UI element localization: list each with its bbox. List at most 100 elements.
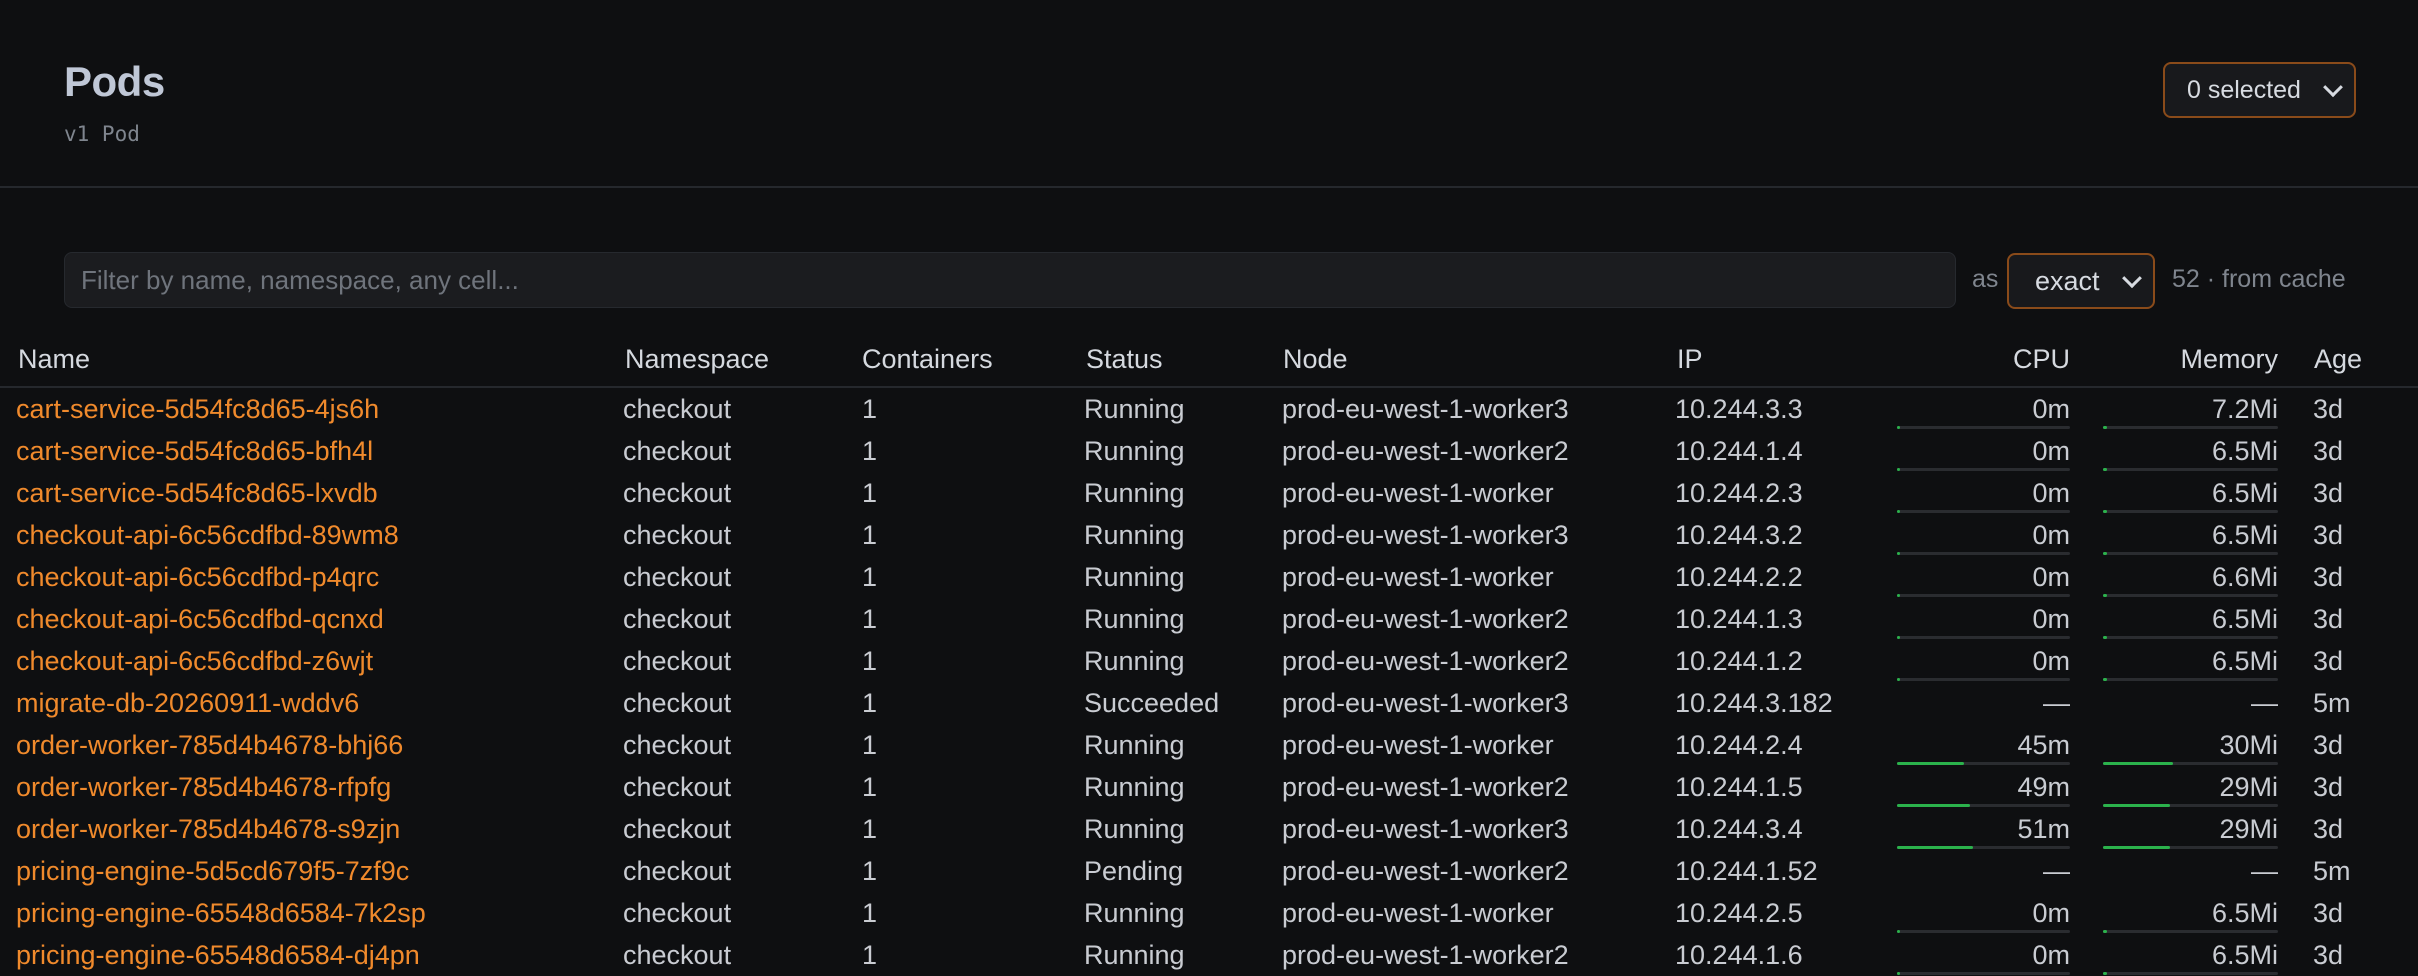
namespace-cell: checkout — [623, 436, 732, 466]
column-header-status[interactable]: Status — [1086, 344, 1163, 375]
cpu-usage-bar-fill — [1897, 510, 1900, 513]
column-header-node[interactable]: Node — [1283, 344, 1348, 375]
cpu-cell: 49m — [2017, 772, 2070, 802]
namespace-cell: checkout — [623, 394, 732, 424]
pod-name-link[interactable]: cart-service-5d54fc8d65-4js6h — [16, 394, 379, 425]
table-row[interactable]: order-worker-785d4b4678-rfpfg checkout 1 Ru… — [0, 766, 2418, 808]
ip-cell: 10.244.1.3 — [1675, 604, 1803, 634]
column-header-ip[interactable]: IP — [1677, 344, 1703, 375]
column-header-containers[interactable]: Containers — [862, 344, 993, 375]
age-cell: 3d — [2313, 814, 2344, 844]
pod-name-link[interactable]: order-worker-785d4b4678-bhj66 — [16, 730, 403, 761]
cpu-cell: 0m — [2032, 646, 2070, 676]
memory-usage-bar-fill — [2103, 594, 2107, 597]
pod-name-link[interactable]: migrate-db-20260911-wddv6 — [16, 688, 359, 719]
cpu-usage-bar — [1897, 552, 2070, 555]
table-row[interactable]: migrate-db-20260911-wddv6 checkout 1 Succee… — [0, 682, 2418, 724]
memory-cell: 29Mi — [2219, 772, 2278, 802]
memory-usage-bar — [2103, 552, 2278, 555]
containers-cell: 1 — [862, 856, 878, 886]
cpu-cell: 0m — [2032, 562, 2070, 592]
pod-name-link[interactable]: checkout-api-6c56cdfbd-p4qrc — [16, 562, 379, 593]
column-header-name[interactable]: Name — [18, 344, 90, 375]
table-row[interactable]: checkout-api-6c56cdfbd-89wm8 checkout 1 Run… — [0, 514, 2418, 556]
column-header-age[interactable]: Age — [2314, 344, 2362, 375]
selection-dropdown[interactable]: 0 selected — [2163, 62, 2356, 118]
match-mode-dropdown[interactable]: exact — [2007, 253, 2155, 309]
result-count: 52 · from cache — [2172, 265, 2346, 293]
ip-cell: 10.244.3.4 — [1675, 814, 1803, 844]
table-row[interactable]: order-worker-785d4b4678-bhj66 checkout 1 Ru… — [0, 724, 2418, 766]
cpu-cell: 0m — [2032, 478, 2070, 508]
containers-cell: 1 — [862, 898, 878, 928]
pod-name-link[interactable]: cart-service-5d54fc8d65-lxvdb — [16, 478, 378, 509]
containers-cell: 1 — [862, 814, 878, 844]
table-row[interactable]: cart-service-5d54fc8d65-bfh4l checkout 1 Ru… — [0, 430, 2418, 472]
pod-name-link[interactable]: pricing-engine-5d5cd679f5-7zf9c — [16, 856, 409, 887]
table-row[interactable]: pricing-engine-65548d6584-7k2sp checkout 1… — [0, 892, 2418, 934]
cpu-usage-bar — [1897, 594, 2070, 597]
age-cell: 3d — [2313, 478, 2344, 508]
ip-cell: 10.244.1.4 — [1675, 436, 1803, 466]
status-cell: Pending — [1084, 856, 1184, 886]
memory-usage-bar-fill — [2103, 930, 2107, 933]
cpu-cell: — — [2043, 856, 2070, 886]
chevron-down-icon — [2122, 268, 2142, 289]
pod-name-link[interactable]: order-worker-785d4b4678-s9zjn — [16, 814, 400, 845]
memory-cell: 6.6Mi — [2211, 562, 2278, 592]
memory-usage-bar — [2103, 972, 2278, 975]
filter-input[interactable] — [64, 252, 1956, 308]
table-row[interactable]: cart-service-5d54fc8d65-4js6h checkout 1 Ru… — [0, 388, 2418, 430]
containers-cell: 1 — [862, 562, 878, 592]
node-cell: prod-eu-west-1-worker2 — [1282, 940, 1569, 970]
memory-usage-bar-fill — [2103, 678, 2107, 681]
age-cell: 3d — [2313, 730, 2344, 760]
cpu-usage-bar-fill — [1897, 468, 1900, 471]
column-header-cpu[interactable]: CPU — [1897, 344, 2070, 375]
column-header-namespace[interactable]: Namespace — [625, 344, 769, 375]
status-cell: Running — [1084, 898, 1185, 928]
table-row[interactable]: pricing-engine-65548d6584-dj4pn checkout 1… — [0, 934, 2418, 976]
node-cell: prod-eu-west-1-worker — [1282, 478, 1554, 508]
column-header-memory[interactable]: Memory — [2103, 344, 2278, 375]
containers-cell: 1 — [862, 520, 878, 550]
memory-usage-bar-fill — [2103, 426, 2107, 429]
status-cell: Running — [1084, 562, 1185, 592]
cpu-cell: — — [2043, 688, 2070, 718]
pod-name-link[interactable]: pricing-engine-65548d6584-dj4pn — [16, 940, 420, 971]
table-row[interactable]: cart-service-5d54fc8d65-lxvdb checkout 1 Ru… — [0, 472, 2418, 514]
namespace-cell: checkout — [623, 520, 732, 550]
table-row[interactable]: order-worker-785d4b4678-s9zjn checkout 1 Ru… — [0, 808, 2418, 850]
cpu-cell: 0m — [2032, 520, 2070, 550]
ip-cell: 10.244.1.5 — [1675, 772, 1803, 802]
table-row[interactable]: checkout-api-6c56cdfbd-qcnxd checkout 1 Run… — [0, 598, 2418, 640]
pod-name-link[interactable]: order-worker-785d4b4678-rfpfg — [16, 772, 391, 803]
ip-cell: 10.244.3.3 — [1675, 394, 1803, 424]
memory-usage-bar — [2103, 426, 2278, 429]
cpu-usage-bar — [1897, 678, 2070, 681]
status-cell: Running — [1084, 604, 1185, 634]
memory-usage-bar-fill — [2103, 552, 2107, 555]
pod-name-link[interactable]: checkout-api-6c56cdfbd-89wm8 — [16, 520, 399, 551]
node-cell: prod-eu-west-1-worker — [1282, 730, 1554, 760]
pod-name-link[interactable]: pricing-engine-65548d6584-7k2sp — [16, 898, 426, 929]
table-body: cart-service-5d54fc8d65-4js6h checkout 1 Ru… — [0, 388, 2418, 976]
age-cell: 3d — [2313, 604, 2344, 634]
memory-cell: — — [2251, 856, 2278, 886]
node-cell: prod-eu-west-1-worker3 — [1282, 688, 1569, 718]
table-row[interactable]: pricing-engine-5d5cd679f5-7zf9c checkout 1… — [0, 850, 2418, 892]
table-row[interactable]: checkout-api-6c56cdfbd-z6wjt checkout 1 Run… — [0, 640, 2418, 682]
pod-name-link[interactable]: checkout-api-6c56cdfbd-z6wjt — [16, 646, 373, 677]
cpu-usage-bar — [1897, 762, 2070, 765]
age-cell: 5m — [2313, 688, 2351, 718]
containers-cell: 1 — [862, 436, 878, 466]
memory-usage-bar-fill — [2103, 510, 2107, 513]
cpu-usage-bar — [1897, 510, 2070, 513]
table-row[interactable]: checkout-api-6c56cdfbd-p4qrc checkout 1 Run… — [0, 556, 2418, 598]
cpu-cell: 0m — [2032, 898, 2070, 928]
memory-usage-bar — [2103, 678, 2278, 681]
pod-name-link[interactable]: cart-service-5d54fc8d65-bfh4l — [16, 436, 373, 467]
memory-usage-bar — [2103, 468, 2278, 471]
memory-usage-bar — [2103, 636, 2278, 639]
pod-name-link[interactable]: checkout-api-6c56cdfbd-qcnxd — [16, 604, 384, 635]
